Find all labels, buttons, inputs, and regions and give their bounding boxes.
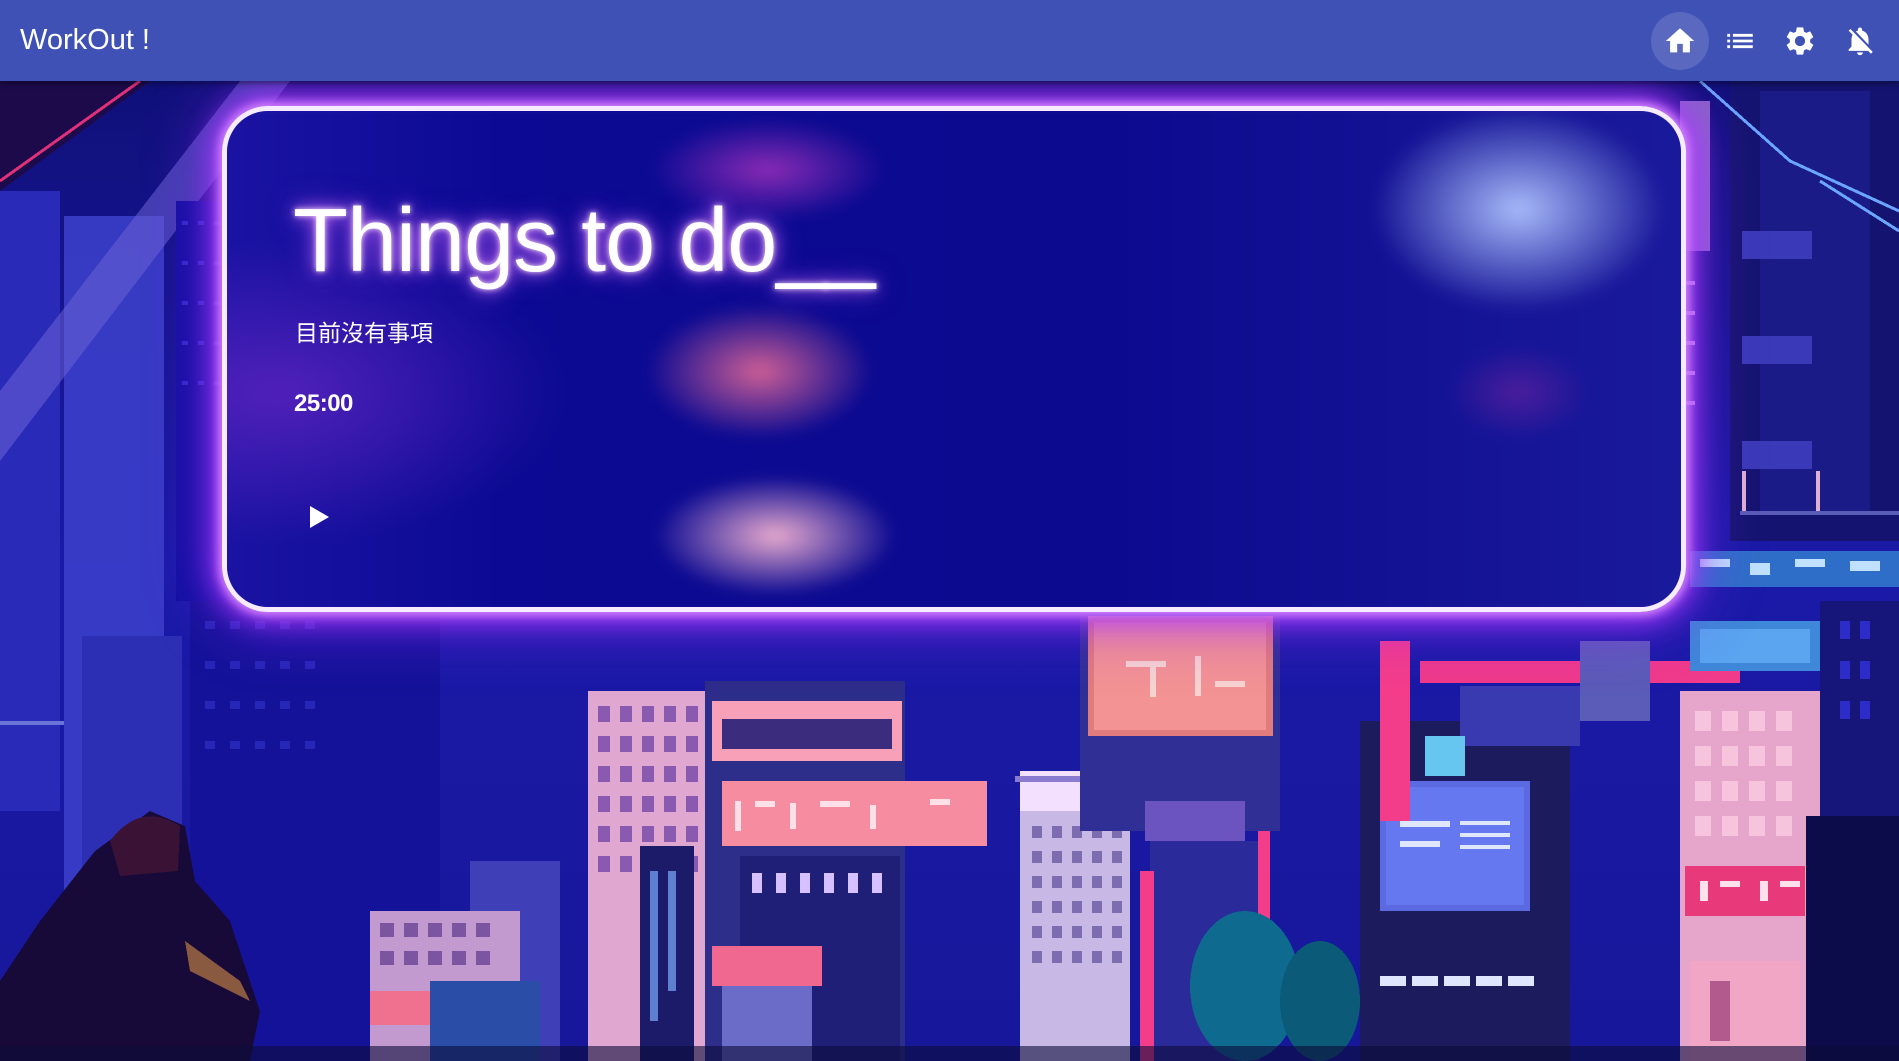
notifications-button[interactable] (1831, 12, 1889, 70)
settings-button[interactable] (1771, 12, 1829, 70)
todo-card: Things to do__ 目前沒有事項 25:00 (222, 106, 1686, 612)
card-title: Things to do__ (293, 191, 875, 291)
top-app-bar: WorkOut ! (0, 0, 1899, 81)
empty-status-text: 目前沒有事項 (295, 321, 433, 347)
play-icon (308, 505, 330, 534)
timer-display: 25:00 (294, 390, 353, 417)
gear-icon (1783, 24, 1817, 58)
bell-off-icon (1843, 24, 1877, 58)
app-window: WorkOut ! Things to do__ 目前沒有事項 25:00 (0, 0, 1899, 1061)
appbar-actions (1649, 12, 1889, 70)
app-title: WorkOut ! (20, 24, 150, 56)
list-icon (1723, 24, 1757, 58)
list-button[interactable] (1711, 12, 1769, 70)
home-button[interactable] (1651, 12, 1709, 70)
play-button[interactable] (293, 493, 345, 545)
home-icon (1663, 24, 1697, 58)
card-content: Things to do__ 目前沒有事項 25:00 (227, 111, 1681, 607)
